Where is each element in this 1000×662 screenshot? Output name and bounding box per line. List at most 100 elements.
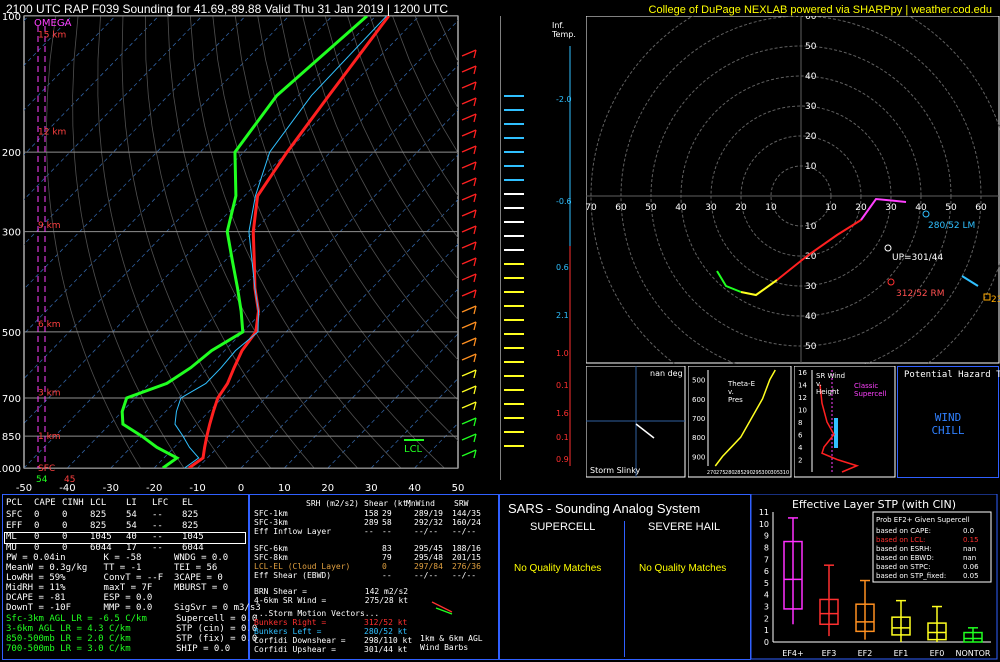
stp-y-tick: 0 [764, 638, 769, 647]
wind-barb [461, 417, 477, 425]
stp-prob-value: nan [963, 545, 976, 553]
motion-label: Corfidi Upshear = [254, 645, 336, 654]
hodo-x-tick: 10 [765, 203, 777, 213]
wind-barb [461, 177, 477, 185]
hodo-y-tick: 30 [805, 102, 817, 112]
mean-label: 23 [991, 295, 1000, 305]
inferred-temp-column: Inf.Temp. -2.0 -0.6 0.6 2.1 1.0 0.1 1.6 0.1 0.9 [500, 16, 576, 480]
parcel-cell: 0 [34, 510, 40, 520]
isotherm-line [24, 16, 290, 290]
isotherm-line [24, 16, 203, 201]
stp-y-tick: 10 [759, 520, 769, 529]
parcel-header: LFC [152, 498, 169, 508]
stp-y-tick: 11 [759, 508, 769, 517]
stp-y-tick: 8 [764, 543, 769, 552]
parcel-cell: EFF [6, 521, 23, 531]
dry-adiabat [369, 16, 458, 197]
parcel-cell: -- [152, 521, 163, 531]
wind-barb [461, 65, 477, 73]
srwind-title: Height [816, 388, 839, 396]
parcel-cell: SFC [6, 510, 23, 520]
isotherm-line [370, 377, 458, 468]
sfc-dewp-label: 54 [36, 475, 48, 485]
slinky-label: Storm Slinky [590, 466, 641, 475]
dry-adiabat [437, 16, 458, 63]
isotherm-line [24, 16, 420, 424]
kin-cell: --/-- [414, 571, 439, 580]
parcel-cell: -- [152, 510, 163, 520]
srwind-y-tick: 10 [798, 407, 807, 415]
stp-prob-label: based on ESRH: [876, 545, 932, 553]
inftemp-value: -0.6 [556, 197, 572, 206]
parcel-cell: 0 [62, 510, 68, 520]
theta-e-panel: 500600700800900270 275 280 285 290 295 300 305 3… [688, 366, 792, 478]
stp-prob-value: 0.06 [963, 563, 979, 571]
stp-box-plot: Effective Layer STP (with CIN) 0 1 2 3 4 5 6 7 8 9… [751, 494, 998, 660]
hazard-panel: Potential Hazard Type WIND CHILL [897, 366, 1000, 478]
hodo-trace [776, 219, 862, 281]
srwind-y-tick: 8 [798, 419, 802, 427]
sars-hail-result: No Quality Matches [639, 563, 727, 574]
stp-prob-title: Prob EF2+ Given Supercell [876, 516, 970, 524]
srwind-y-tick: 16 [798, 369, 807, 377]
srwind-y-tick: 4 [798, 444, 803, 452]
wind-barb [461, 385, 477, 393]
srwind-y-tick: 6 [798, 432, 803, 440]
hodo-x-tick: 60 [975, 203, 987, 213]
parcel-cell: 54 [126, 521, 137, 531]
hodo-x-tick: 70 [586, 203, 597, 213]
dry-adiabat [414, 16, 458, 109]
stp-y-tick: 4 [764, 591, 769, 600]
mini-barbs [431, 601, 453, 615]
height-label: 3 km [38, 388, 61, 398]
parcel-header: LI [126, 498, 137, 508]
wind-barb [461, 145, 477, 153]
height-label: 1 km [38, 432, 61, 442]
kin-cell: -- [382, 527, 392, 536]
temp-tick-label: -50 [16, 483, 32, 494]
temp-tick-label: 50 [452, 483, 465, 494]
srwind-trace [819, 384, 860, 473]
dry-adiabat [482, 16, 500, 468]
stp-y-tick: 3 [764, 603, 769, 612]
sars-hail-label: SEVERE HAIL [648, 521, 721, 533]
parcel-cell: 825 [90, 510, 107, 520]
temp-tick-label: 40 [408, 483, 421, 494]
hodo-y-tick: 10 [805, 222, 817, 232]
stp-y-tick: 9 [764, 532, 769, 541]
thetae-y-tick: 500 [692, 377, 705, 385]
hodo-x-tick: 60 [615, 203, 627, 213]
wind-barb [461, 289, 477, 297]
parcel-header: CINH [62, 498, 84, 508]
height-label: 12 km [38, 127, 66, 137]
barb-caption: Wind Barbs [420, 643, 469, 652]
parcel-cell: 0 [62, 521, 68, 531]
hodo-y-tick: 50 [805, 42, 817, 52]
stp-y-tick: 2 [764, 614, 769, 623]
kin-cell: --/-- [452, 571, 477, 580]
srwind-title: SR Wind [816, 372, 845, 380]
kin-cell: --/-- [414, 527, 439, 536]
temp-tick-label: 10 [278, 483, 291, 494]
wind-barb [461, 321, 477, 329]
wind-barb [461, 97, 477, 105]
rm-marker [887, 278, 895, 286]
lm-label: 280/52 LM [928, 221, 975, 231]
inftemp-value: -2.0 [556, 95, 572, 104]
hodo-y-tick: 30 [805, 282, 817, 292]
pressure-tick-label: 100 [2, 12, 21, 23]
thetae-title: Theta-E [727, 380, 755, 388]
kin-extra: 4-6km SR Wind = 275/28 kt [254, 596, 409, 605]
srwind-frame [794, 366, 896, 478]
dry-adiabat [392, 16, 458, 154]
thermo-index-line: DownT = -10F MMP = 0.0 SigSvr = 0 m3/s3 [6, 603, 261, 613]
isotherm-line [24, 16, 376, 380]
hodo-x-tick: 40 [675, 203, 687, 213]
hodo-y-tick: 40 [805, 312, 817, 322]
hodo-frame [586, 16, 1000, 364]
stp-prob-label: based on CAPE: [876, 527, 931, 535]
wind-barb [461, 369, 477, 377]
thetae-y-tick: 800 [692, 434, 705, 442]
sars-divider [624, 521, 625, 657]
stp-y-tick: 6 [764, 567, 769, 576]
